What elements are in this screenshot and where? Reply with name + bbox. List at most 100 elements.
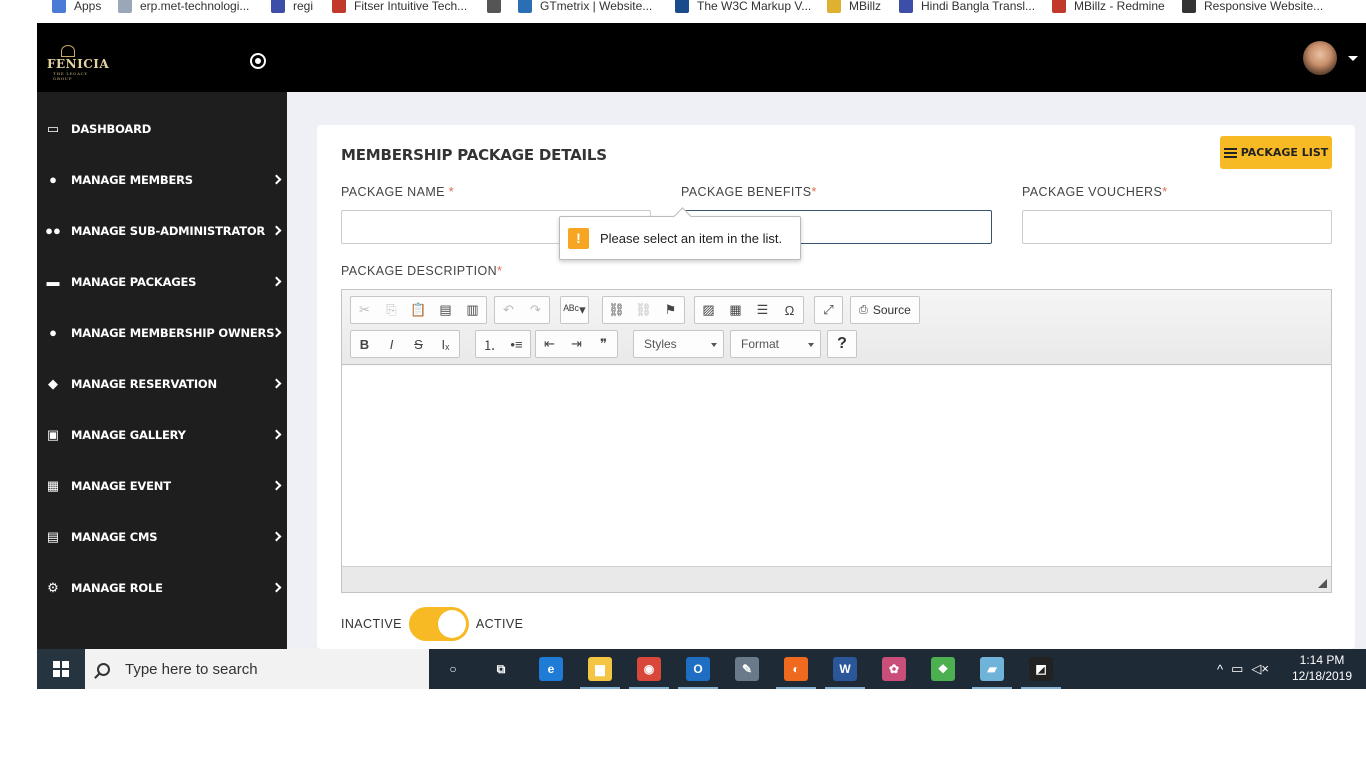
chevron-right-icon xyxy=(271,378,282,389)
photos-icon-glyph: ◩ xyxy=(1029,657,1053,681)
paint-3d-icon[interactable]: ✿ xyxy=(870,649,918,689)
task-view-icon-glyph: ⧉ xyxy=(496,661,506,676)
chevron-up-icon[interactable]: ^ xyxy=(1217,662,1223,677)
sidebar-item-manage-members[interactable]: ● MANAGE MEMBERS xyxy=(37,154,287,205)
notepad-icon[interactable]: ▰ xyxy=(968,649,1016,689)
bookmark-item[interactable]: Hindi Bangla Transl... xyxy=(899,0,1035,14)
game-icon[interactable]: ❖ xyxy=(919,649,967,689)
cortana-icon-glyph: ○ xyxy=(449,662,457,676)
package-name-label: PACKAGE NAME * xyxy=(341,185,454,199)
table-icon[interactable]: ▦ xyxy=(722,297,749,323)
paint-icon[interactable]: ✎ xyxy=(723,649,771,689)
paste-text-icon[interactable]: ▤ xyxy=(432,297,459,323)
sidebar-item-manage-sub-administrator[interactable]: ●● MANAGE SUB-ADMINISTRATOR xyxy=(37,205,287,256)
bookmark-item[interactable]: Apps xyxy=(52,0,101,14)
volume-muted-icon[interactable]: ◁× xyxy=(1251,661,1269,677)
avatar[interactable] xyxy=(1303,41,1337,75)
chevron-right-icon xyxy=(271,225,282,236)
sidebar-item-manage-cms[interactable]: ▤ MANAGE CMS xyxy=(37,511,287,562)
styles-dropdown[interactable]: Styles xyxy=(633,330,724,358)
bookmark-item[interactable]: Responsive Website... xyxy=(1182,0,1323,14)
strike-icon[interactable]: S xyxy=(405,331,432,357)
taskbar-clock[interactable]: 1:14 PM 12/18/2019 xyxy=(1287,652,1357,684)
word-icon[interactable]: W xyxy=(821,649,869,689)
help-button[interactable]: ? xyxy=(827,330,857,358)
bookmark-item[interactable]: MBillz - Redmine xyxy=(1052,0,1165,14)
bookmark-item[interactable]: The W3C Markup V... xyxy=(675,0,811,14)
paste-icon[interactable]: 📋 xyxy=(405,297,432,323)
task-view-icon[interactable]: ⧉ xyxy=(477,649,525,689)
outdent-icon[interactable]: ⇤ xyxy=(536,331,563,357)
game-icon-glyph: ❖ xyxy=(931,657,955,681)
bookmark-label: Apps xyxy=(74,0,102,13)
cortana-icon[interactable]: ○ xyxy=(429,649,477,689)
package-list-button[interactable]: PACKAGE LIST xyxy=(1220,136,1332,169)
redmine-icon xyxy=(1052,0,1066,13)
anchor-icon[interactable]: ⚑ xyxy=(657,297,684,323)
sidebar-item-manage-gallery[interactable]: ▣ MANAGE GALLERY xyxy=(37,409,287,460)
network-icon[interactable]: ▭ xyxy=(1231,661,1243,677)
sidebar-item-label: MANAGE ROLE xyxy=(71,580,163,595)
sidebar-item-manage-event[interactable]: ▦ MANAGE EVENT xyxy=(37,460,287,511)
clock-date: 12/18/2019 xyxy=(1291,669,1353,683)
bookmark-item[interactable] xyxy=(487,0,509,14)
chevron-down-icon[interactable] xyxy=(1348,56,1358,61)
bookmark-item[interactable]: erp.met-technologi... xyxy=(118,0,249,14)
indent-icon[interactable]: ⇥ xyxy=(563,331,590,357)
package-vouchers-input[interactable] xyxy=(1022,210,1332,244)
italic-icon[interactable]: I xyxy=(378,331,405,357)
sidebar-toggle-icon[interactable] xyxy=(250,53,266,69)
running-indicator xyxy=(972,687,1012,689)
bookmark-item[interactable]: GTmetrix | Website... xyxy=(518,0,652,14)
validation-tooltip: ! Please select an item in the list. xyxy=(559,216,801,260)
word-icon-glyph: W xyxy=(833,657,857,681)
insert-group: ▨ ▦ ☰ Ω xyxy=(694,296,804,324)
paste-word-icon[interactable]: ▥ xyxy=(459,297,486,323)
bookmark-item[interactable]: Fitser Intuitive Tech... xyxy=(332,0,467,14)
blockquote-icon[interactable]: ❞ xyxy=(590,331,617,357)
horizontal-rule-icon[interactable]: ☰ xyxy=(749,297,776,323)
format-dropdown[interactable]: Format xyxy=(730,330,821,358)
outlook-icon[interactable]: O xyxy=(674,649,722,689)
source-button[interactable]: ⎙ Source xyxy=(850,296,920,324)
status-toggle[interactable] xyxy=(408,607,469,641)
editor-content-area[interactable] xyxy=(342,366,1331,566)
chrome-icon[interactable]: ◉ xyxy=(625,649,673,689)
sidebar-item-label: MANAGE EVENT xyxy=(71,478,171,493)
description-editor: ✂ ⎘ 📋 ▤ ▥ ↶ ↷ ᴬᴮᶜ▾ ⛓ ⛓ ⚑ ▨ ▦ ☰ Ω ⤢ ⎙ Source B I S Iₓ … xyxy=(341,289,1332,593)
bold-icon[interactable]: B xyxy=(351,331,378,357)
bookmark-label: Fitser Intuitive Tech... xyxy=(354,0,468,13)
sidebar-item-manage-role[interactable]: ⚙ MANAGE ROLE xyxy=(37,562,287,613)
bulleted-list-icon[interactable]: •≡ xyxy=(503,331,530,357)
photos-icon[interactable]: ◩ xyxy=(1017,649,1065,689)
bookmark-item[interactable]: regi xyxy=(271,0,313,14)
basic-styles-group: B I S Iₓ xyxy=(350,330,460,358)
sidebar-item-dashboard[interactable]: ▭ DASHBOARD xyxy=(37,103,287,154)
logo-subtext: THE LEGACY GROUP xyxy=(53,71,88,81)
numbered-list-icon[interactable]: ⒈ xyxy=(476,331,503,357)
bookmark-item[interactable]: MBillz xyxy=(827,0,881,14)
sidebar-item-manage-reservation[interactable]: ◆ MANAGE RESERVATION xyxy=(37,358,287,409)
firefox-icon[interactable]: ◐ xyxy=(772,649,820,689)
sidebar-item-label: MANAGE GALLERY xyxy=(71,427,186,442)
image-icon[interactable]: ▨ xyxy=(695,297,722,323)
link-icon[interactable]: ⛓ xyxy=(603,297,630,323)
special-char-icon[interactable]: Ω xyxy=(776,297,803,323)
remove-format-icon[interactable]: Iₓ xyxy=(432,331,459,357)
apps-grid-icon xyxy=(52,0,66,13)
ticket-icon: ◆ xyxy=(48,375,58,391)
edge-icon[interactable]: e xyxy=(527,649,575,689)
sidebar-item-label: MANAGE SUB-ADMINISTRATOR xyxy=(71,223,266,238)
file-explorer-icon[interactable]: ▆ xyxy=(576,649,624,689)
fenicia-logo[interactable]: FENICIA THE LEGACY GROUP xyxy=(47,43,109,81)
start-button[interactable] xyxy=(37,649,85,689)
mbillz-icon xyxy=(827,0,841,13)
spellcheck-icon[interactable]: ᴬᴮᶜ▾ xyxy=(561,297,588,323)
taskbar-search[interactable]: Type here to search xyxy=(85,649,429,689)
maximize-icon[interactable]: ⤢ xyxy=(815,297,842,323)
sidebar-item-manage-membership-owners[interactable]: ● MANAGE MEMBERSHIP OWNERS xyxy=(37,307,287,358)
sidebar-item-manage-packages[interactable]: ▬ MANAGE PACKAGES xyxy=(37,256,287,307)
resize-handle-icon[interactable] xyxy=(1318,579,1327,588)
credit-card-icon: ▬ xyxy=(46,273,60,289)
package-vouchers-label: PACKAGE VOUCHERS* xyxy=(1022,185,1168,199)
